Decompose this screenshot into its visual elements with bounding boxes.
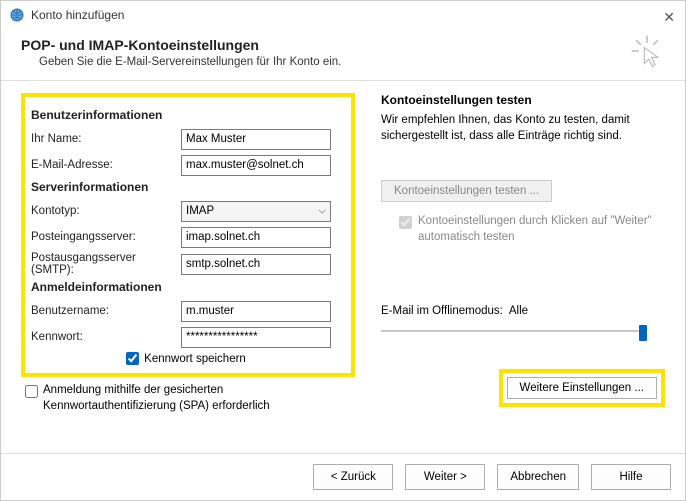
outgoing-label: Postausgangsserver (SMTP): — [31, 252, 181, 276]
account-type-label: Kontotyp: — [31, 205, 181, 217]
server-info-title: Serverinformationen — [31, 180, 341, 194]
divider — [1, 80, 685, 81]
cancel-button[interactable]: Abbrechen — [497, 464, 579, 490]
close-icon[interactable]: ✕ — [663, 9, 675, 26]
offline-value: Alle — [509, 305, 528, 317]
chevron-down-icon: ⌵ — [318, 206, 326, 217]
add-account-dialog: Konto hinzufügen ✕ POP- und IMAP-Kontoei… — [0, 0, 686, 501]
slider-track — [381, 330, 647, 332]
page-subtitle: Geben Sie die E-Mail-Servereinstellungen… — [39, 56, 665, 68]
left-column: Benutzerinformationen Ihr Name: E-Mail-A… — [13, 87, 363, 420]
test-title: Kontoeinstellungen testen — [381, 93, 665, 107]
highlight-more-settings: Weitere Einstellungen ... — [499, 369, 665, 407]
auto-test-checkbox[interactable] — [399, 216, 412, 229]
password-input[interactable] — [181, 327, 331, 348]
name-label: Ihr Name: — [31, 133, 181, 145]
test-settings-button[interactable]: Kontoeinstellungen testen ... — [381, 180, 552, 202]
next-button[interactable]: Weiter > — [405, 464, 485, 490]
name-input[interactable] — [181, 129, 331, 150]
header: POP- und IMAP-Kontoeinstellungen Geben S… — [1, 29, 685, 78]
save-password-label: Kennwort speichern — [144, 353, 246, 365]
help-button[interactable]: Hilfe — [591, 464, 671, 490]
user-info-title: Benutzerinformationen — [31, 108, 341, 122]
content: Benutzerinformationen Ihr Name: E-Mail-A… — [1, 87, 685, 420]
offline-slider[interactable] — [381, 323, 647, 339]
click-cursor-icon — [629, 33, 665, 69]
password-label: Kennwort: — [31, 331, 181, 343]
spa-row: Anmeldung mithilfe der gesicherten Kennw… — [21, 383, 355, 414]
more-settings-button[interactable]: Weitere Einstellungen ... — [507, 377, 657, 399]
offline-label: E-Mail im Offlinemodus: — [381, 305, 503, 317]
spa-label: Anmeldung mithilfe der gesicherten Kennw… — [43, 383, 355, 414]
window-title: Konto hinzufügen — [31, 8, 124, 22]
account-type-value: IMAP — [186, 205, 214, 217]
right-column: Kontoeinstellungen testen Wir empfehlen … — [363, 87, 673, 420]
incoming-input[interactable] — [181, 227, 331, 248]
outgoing-input[interactable] — [181, 254, 331, 275]
email-input[interactable] — [181, 155, 331, 176]
titlebar: Konto hinzufügen ✕ — [1, 1, 685, 29]
account-type-select[interactable]: IMAP ⌵ — [181, 201, 331, 222]
back-button[interactable]: < Zurück — [313, 464, 393, 490]
test-desc: Wir empfehlen Ihnen, das Konto zu testen… — [381, 113, 665, 144]
incoming-label: Posteingangsserver: — [31, 231, 181, 243]
email-label: E-Mail-Adresse: — [31, 159, 181, 171]
username-input[interactable] — [181, 301, 331, 322]
username-label: Benutzername: — [31, 305, 181, 317]
footer: < Zurück Weiter > Abbrechen Hilfe — [1, 453, 685, 500]
page-title: POP- und IMAP-Kontoeinstellungen — [21, 37, 665, 53]
login-info-title: Anmeldeinformationen — [31, 280, 341, 294]
globe-icon — [9, 7, 25, 23]
auto-test-label: Kontoeinstellungen durch Klicken auf "We… — [418, 214, 665, 245]
spa-checkbox[interactable] — [25, 385, 38, 398]
highlight-settings: Benutzerinformationen Ihr Name: E-Mail-A… — [21, 93, 355, 377]
save-password-checkbox[interactable] — [126, 352, 139, 365]
slider-thumb[interactable] — [639, 325, 647, 341]
